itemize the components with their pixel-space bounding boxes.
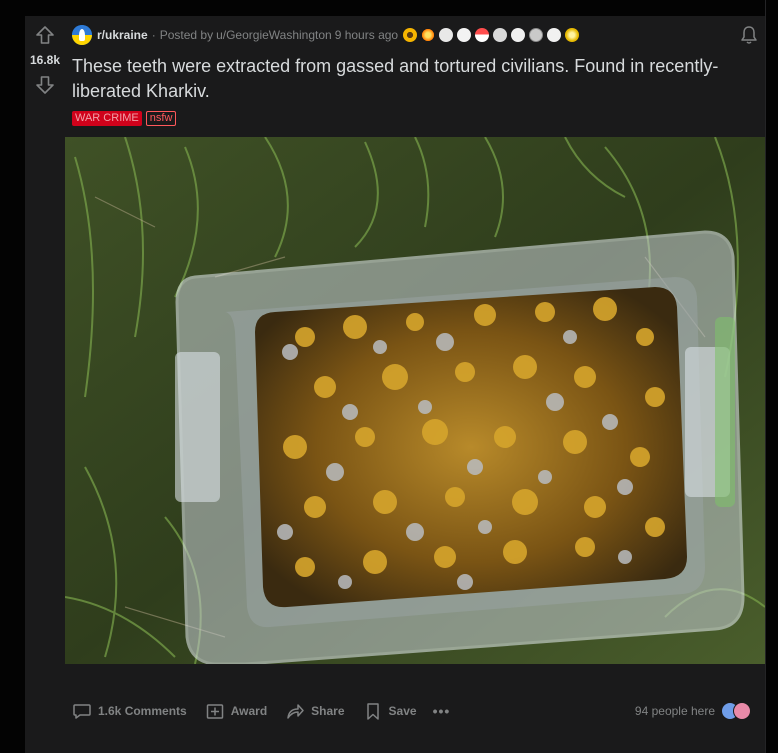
nsfw-flair: nsfw xyxy=(145,111,177,126)
share-button[interactable]: Share xyxy=(285,701,345,721)
sunflower-award-icon xyxy=(403,28,418,42)
post-card[interactable]: 16.8k r/ukraine · Posted by u/GeorgieWas… xyxy=(25,16,765,753)
avatar-stack xyxy=(721,702,751,720)
people-here-indicator[interactable]: 94 people here xyxy=(635,699,751,723)
post-header: r/ukraine · Posted by u/GeorgieWashingto… xyxy=(72,24,580,46)
gold-award-icon xyxy=(565,28,580,42)
sparkle-award-icon xyxy=(421,28,436,42)
award-label: Award xyxy=(230,704,268,718)
gift-icon xyxy=(206,704,223,719)
share-icon xyxy=(287,704,304,719)
helpful-award-icon xyxy=(511,28,526,42)
subreddit-icon[interactable] xyxy=(72,25,92,45)
bell-icon[interactable] xyxy=(738,24,760,46)
awards-list[interactable] xyxy=(399,28,580,42)
separator-dot: · xyxy=(151,28,156,42)
more-options-icon: ••• xyxy=(432,703,451,719)
post-title[interactable]: These teeth were extracted from gassed a… xyxy=(72,54,732,104)
upvote-icon[interactable] xyxy=(34,24,56,46)
people-here-label: 94 people here xyxy=(634,704,715,718)
laughing-award-icon xyxy=(457,28,472,42)
avatar xyxy=(733,702,751,720)
more-options-button[interactable]: ••• xyxy=(433,703,451,719)
teeth-container-photo xyxy=(65,137,765,664)
eyes-award-icon xyxy=(439,28,454,42)
cake-award-icon xyxy=(475,28,490,42)
comments-button[interactable]: 1.6k Comments xyxy=(72,701,187,721)
downvote-icon[interactable] xyxy=(34,74,56,96)
bookmark-icon xyxy=(366,703,379,720)
bear-award-icon xyxy=(547,28,562,42)
award-button[interactable]: Award xyxy=(205,701,267,721)
war-crime-flair[interactable]: WAR CRIME xyxy=(72,111,142,126)
post-time[interactable]: 9 hours ago xyxy=(335,28,398,42)
share-label: Share xyxy=(311,704,345,718)
posted-by-label: Posted by xyxy=(159,28,214,42)
silver-award-icon xyxy=(529,28,544,42)
vote-score: 16.8k xyxy=(29,53,61,67)
flair-row: WAR CRIME nsfw xyxy=(72,111,177,126)
wholesome-award-icon xyxy=(493,28,508,42)
post-image[interactable] xyxy=(65,137,765,664)
comment-icon xyxy=(73,704,91,719)
save-label: Save xyxy=(388,704,417,718)
page-edge xyxy=(765,0,778,753)
save-button[interactable]: Save xyxy=(363,701,417,721)
comments-label: 1.6k Comments xyxy=(98,704,187,718)
subreddit-link[interactable]: r/ukraine xyxy=(97,28,148,42)
author-link[interactable]: u/GeorgieWashington xyxy=(216,28,332,42)
post-actions: 1.6k Comments Award Share Save ••• xyxy=(72,699,468,723)
